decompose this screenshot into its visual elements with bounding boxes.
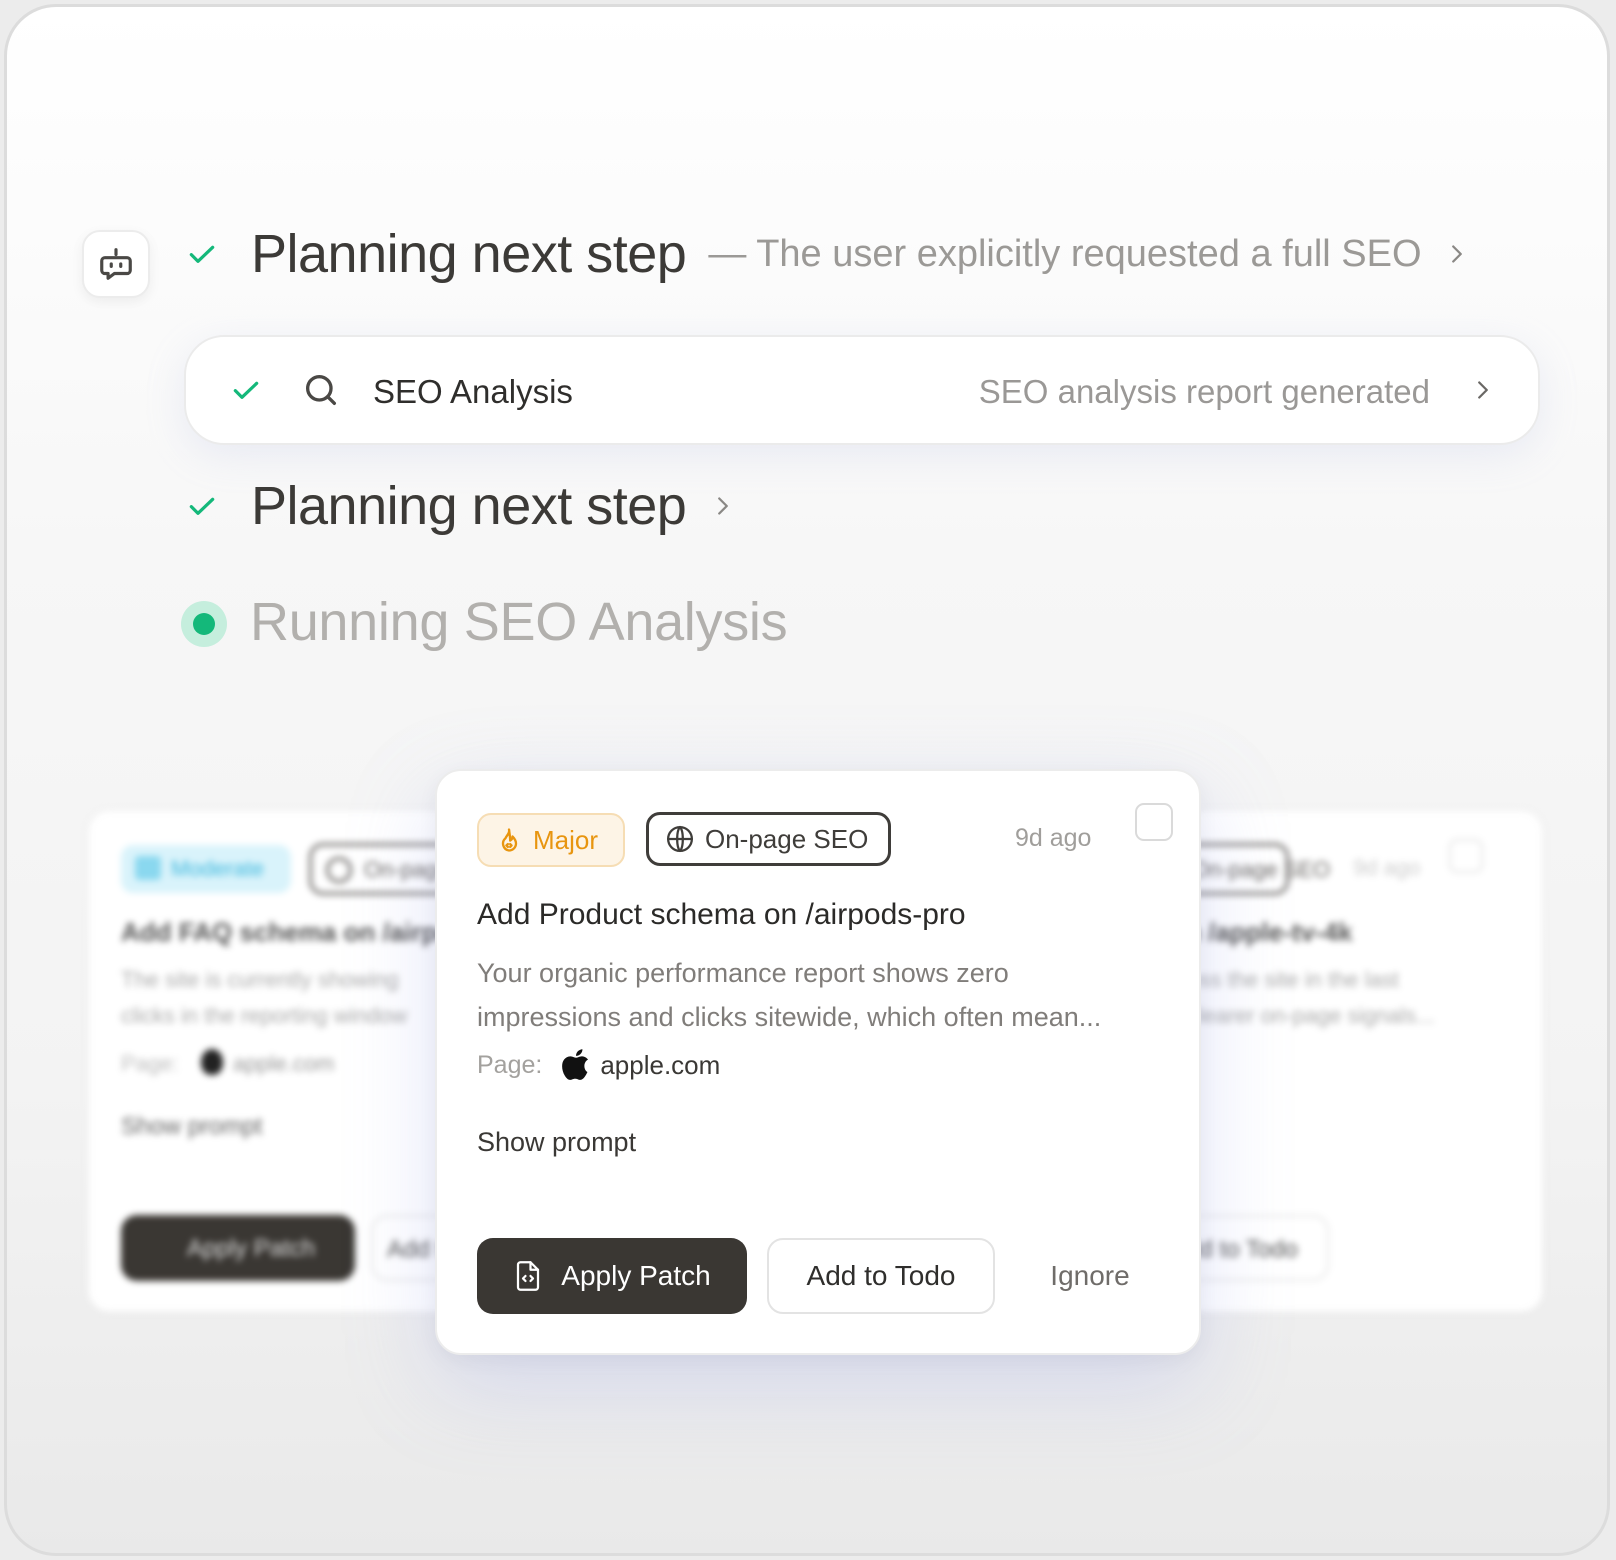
page-label: Page: bbox=[477, 1050, 543, 1079]
show-prompt-link[interactable]: Show prompt bbox=[477, 1127, 636, 1158]
card-desc-line: clicks in the reporting window bbox=[121, 1003, 408, 1028]
card-description: Your organic performance report shows ze… bbox=[477, 951, 1167, 1039]
card-desc-line: d clearer on-page signals... bbox=[1177, 1003, 1435, 1028]
flame-icon bbox=[501, 828, 518, 852]
page-label: Page: bbox=[121, 1051, 179, 1076]
chevron-right-icon[interactable] bbox=[712, 491, 734, 521]
add-to-todo-button[interactable]: Add to Todo bbox=[767, 1238, 995, 1314]
select-checkbox[interactable] bbox=[1135, 803, 1173, 841]
card-desc-line: cross the site in the last bbox=[1177, 967, 1399, 992]
time-ago: 9d ago bbox=[1353, 855, 1421, 880]
card-desc-line: impressions and clicks sitewide, which o… bbox=[477, 1002, 1102, 1032]
apple-logo-icon bbox=[562, 1049, 589, 1080]
suggestion-card[interactable]: Major On-page SEO 9d ago Add Product sch… bbox=[435, 769, 1201, 1355]
check-icon bbox=[230, 374, 262, 411]
search-icon bbox=[301, 370, 341, 415]
app-frame: Planning next step — The user explicitly… bbox=[4, 4, 1610, 1556]
tool-name: SEO Analysis bbox=[373, 373, 573, 410]
tool-status: SEO analysis report generated bbox=[978, 373, 1430, 410]
chevron-right-icon[interactable] bbox=[1446, 239, 1468, 269]
background-suggestion-card-right: On-page SEO 9d ago on /apple-tv-4k cross… bbox=[1177, 809, 1544, 1313]
code-file-icon bbox=[517, 1261, 540, 1291]
timeline-step-planning-1[interactable]: Planning next step — The user explicitly… bbox=[185, 223, 1468, 285]
timeline-step-planning-2[interactable]: Planning next step bbox=[185, 475, 734, 537]
select-checkbox bbox=[1449, 839, 1483, 873]
page-row: Page: apple.com bbox=[477, 1048, 720, 1082]
step-title: Planning next step bbox=[251, 224, 687, 284]
show-prompt-link: Show prompt bbox=[121, 1113, 263, 1140]
step-subtitle: — The user explicitly requested a full S… bbox=[708, 232, 1422, 275]
page-value: apple.com bbox=[233, 1051, 335, 1076]
check-icon bbox=[185, 237, 219, 271]
apply-patch-button[interactable]: Apply Patch bbox=[477, 1238, 747, 1314]
card-desc-line: The site is currently showing bbox=[121, 967, 399, 992]
moderate-icon bbox=[135, 856, 161, 880]
apply-patch-button: Apply Patch bbox=[121, 1215, 355, 1281]
category-badge: On-page SEO bbox=[646, 812, 891, 866]
card-title: Add FAQ schema on /airpods bbox=[121, 917, 467, 947]
robot-chat-icon bbox=[100, 248, 132, 280]
globe-icon bbox=[326, 857, 352, 883]
running-step-title: Running SEO Analysis bbox=[250, 592, 788, 652]
background-suggestion-card-left: Moderate On-page SEO Add FAQ schema on /… bbox=[87, 809, 467, 1313]
running-indicator bbox=[181, 601, 227, 647]
chevron-right-icon[interactable] bbox=[1472, 375, 1494, 410]
card-title: Add Product schema on /airpods-pro bbox=[477, 898, 966, 931]
card-title: on /apple-tv-4k bbox=[1177, 917, 1353, 947]
check-icon bbox=[185, 489, 219, 523]
globe-icon bbox=[667, 826, 693, 852]
apple-logo-icon bbox=[201, 1049, 223, 1075]
moderate-tag: Moderate bbox=[121, 845, 291, 893]
severity-badge: Major bbox=[477, 813, 625, 867]
step-title: Planning next step bbox=[251, 476, 687, 536]
tool-call-card[interactable]: SEO Analysis SEO analysis report generat… bbox=[184, 335, 1540, 445]
page-value[interactable]: apple.com bbox=[600, 1050, 720, 1081]
card-desc-line: Your organic performance report shows ze… bbox=[477, 958, 1009, 988]
agent-avatar bbox=[82, 230, 150, 298]
ignore-button[interactable]: Ignore bbox=[1015, 1238, 1165, 1314]
time-ago: 9d ago bbox=[1015, 824, 1092, 852]
